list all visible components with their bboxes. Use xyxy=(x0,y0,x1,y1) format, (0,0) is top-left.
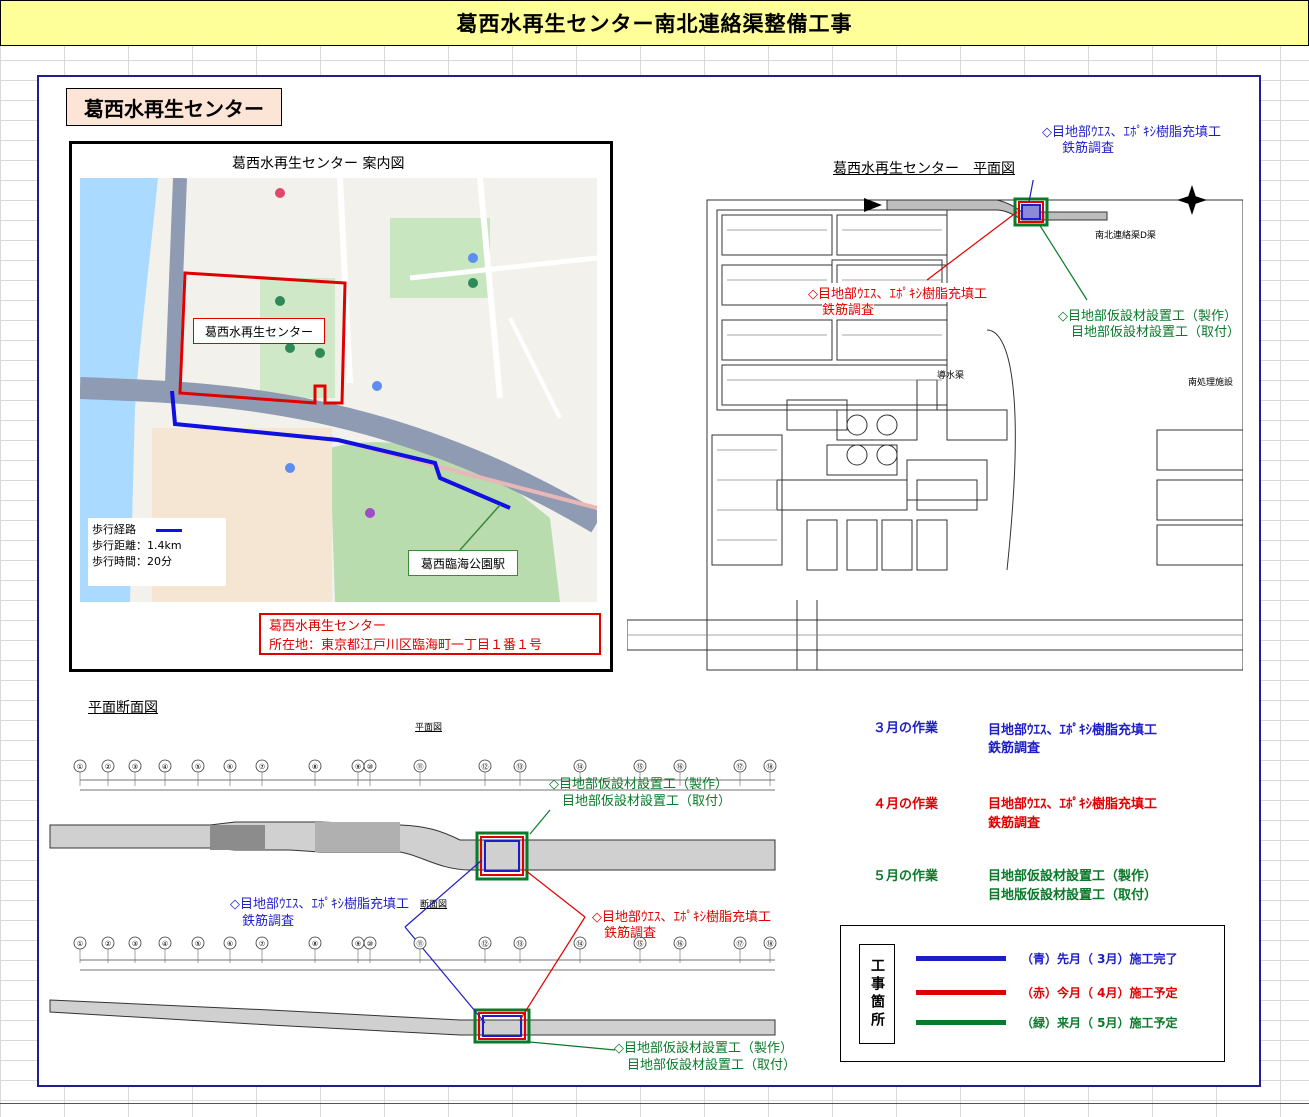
column-number: ⑧ xyxy=(312,940,318,948)
map-station-label: 葛西臨海公園駅 xyxy=(408,550,518,576)
schedule-month-april: ４月の作業 xyxy=(873,797,939,812)
column-number: ⑭ xyxy=(577,940,584,948)
column-number: ⑫ xyxy=(482,763,489,771)
legend-swatch-green xyxy=(916,1020,1006,1025)
page-title: 葛西水再生センター南北連絡渠整備工事 xyxy=(0,0,1309,46)
legend-label-red: （赤）今月（ 4月）施工予定 xyxy=(1021,986,1178,1000)
column-number: ⑰ xyxy=(737,763,744,771)
column-number: ⑥ xyxy=(227,940,233,948)
column-number: ⑩ xyxy=(367,763,373,771)
schedule-march-line1: 目地部ｳｴｽ、ｴﾎﾟｷｼ樹脂充填工 xyxy=(988,723,1158,738)
column-number: ⑩ xyxy=(367,940,373,948)
column-number: ② xyxy=(105,940,111,948)
column-number: ⑧ xyxy=(312,763,318,771)
plan-channel xyxy=(49,821,776,871)
plan-view-drawing xyxy=(627,180,1243,671)
guide-map-title: 葛西水再生センター 案内図 xyxy=(232,156,405,172)
column-number: ⑪ xyxy=(417,940,424,948)
legend-swatch-red xyxy=(916,990,1006,995)
column-number: ⑱ xyxy=(767,763,774,771)
column-number: ⑮ xyxy=(637,940,644,948)
column-number: ⑭ xyxy=(577,763,584,771)
column-number: ⑯ xyxy=(677,940,684,948)
walk-distance: 歩行距離：1.4km xyxy=(92,539,182,552)
column-number: ⑱ xyxy=(767,940,774,948)
address-name: 葛西水再生センター xyxy=(269,619,387,634)
column-number: ⑰ xyxy=(737,940,744,948)
plan-callout-green-line2: 目地部仮設材設置工（取付） xyxy=(1071,325,1241,340)
column-number: ⑨ xyxy=(355,940,361,948)
column-number: ① xyxy=(77,763,83,771)
compass-icon xyxy=(1177,185,1207,215)
map-facility-label: 葛西水再生センター xyxy=(193,318,325,344)
column-number: ④ xyxy=(162,763,168,771)
plan-work-spot-blue xyxy=(1021,204,1041,220)
section-callout-green-bottom-line2: 目地部仮設材設置工（取付） xyxy=(627,1058,797,1073)
section-callout-green-top-line2: 目地部仮設材設置工（取付） xyxy=(562,794,732,809)
walk-time: 歩行時間：20分 xyxy=(92,555,172,568)
facility-tag: 葛西水再生センター xyxy=(66,88,282,126)
column-number: ⑤ xyxy=(195,940,201,948)
legend-label-blue: （青）先月（ 3月）施工完了 xyxy=(1021,952,1178,966)
section-view-title: 平面断面図 xyxy=(88,700,158,716)
legend-box: 工事箇所 （青）先月（ 3月）施工完了 （赤）今月（ 4月）施工予定 （緑）来月… xyxy=(840,925,1225,1062)
plan-conduit-label: 導水渠 xyxy=(937,371,965,381)
column-number: ⑮ xyxy=(637,763,644,771)
bottom-rule xyxy=(0,1103,1309,1104)
column-number: ⑫ xyxy=(482,940,489,948)
schedule-april-line1: 目地部ｳｴｽ、ｴﾎﾟｷｼ樹脂充填工 xyxy=(988,797,1158,812)
column-number: ⑨ xyxy=(355,763,361,771)
walk-route-label: 歩行経路 xyxy=(92,523,136,536)
schedule-month-march: ３月の作業 xyxy=(873,721,939,736)
column-number: ③ xyxy=(132,940,138,948)
plan-callout-blue-line2: 鉄筋調査 xyxy=(1062,141,1115,156)
column-markers-bottom: ① ② ③ ④ ⑤ ⑥ ⑦ ⑧ ⑨⑩ ⑪ ⑫ ⑬ ⑭ ⑮ ⑯ ⑰ ⑱ xyxy=(73,936,777,963)
column-number: ⑤ xyxy=(195,763,201,771)
legend-swatch-blue xyxy=(916,956,1006,961)
address-box: 葛西水再生センター 所在地：東京都江戸川区臨海町一丁目１番１号 xyxy=(259,613,601,655)
section-callout-red-line2: 鉄筋調査 xyxy=(604,926,657,941)
walk-info-box: 歩行経路 歩行距離：1.4km 歩行時間：20分 xyxy=(88,518,226,586)
column-number: ⑦ xyxy=(259,940,265,948)
schedule-may-line2: 目地版仮設材設置工（取付） xyxy=(988,888,1158,903)
walk-route-swatch xyxy=(156,528,182,532)
column-number: ② xyxy=(105,763,111,771)
column-number: ⑯ xyxy=(677,763,684,771)
schedule-month-may: ５月の作業 xyxy=(873,869,939,884)
column-number: ① xyxy=(77,940,83,948)
legend-heading: 工事箇所 xyxy=(859,944,895,1044)
plan-channel-label: 南北連絡渠D渠 xyxy=(1095,231,1156,241)
section-channel xyxy=(49,999,776,1036)
plan-view-title: 葛西水再生センター 平面図 xyxy=(833,161,1015,177)
address-text: 所在地：東京都江戸川区臨海町一丁目１番１号 xyxy=(269,638,543,653)
legend-label-green: （緑）来月（ 5月）施工予定 xyxy=(1021,1016,1178,1030)
column-number: ⑥ xyxy=(227,763,233,771)
north-south-channel xyxy=(886,199,1108,221)
plan-south-label: 南処理施設 xyxy=(1188,378,1234,388)
station-pointer xyxy=(459,504,501,551)
schedule-april-line2: 鉄筋調査 xyxy=(988,816,1041,831)
column-number: ⑬ xyxy=(517,763,524,771)
schedule-may-line1: 目地部仮設材設置工（製作） xyxy=(988,869,1158,884)
section-callout-blue-line2: 鉄筋調査 xyxy=(242,914,295,929)
column-number: ④ xyxy=(162,940,168,948)
column-number: ③ xyxy=(132,763,138,771)
column-number: ⑪ xyxy=(417,763,424,771)
column-number: ⑦ xyxy=(259,763,265,771)
schedule-march-line2: 鉄筋調査 xyxy=(988,741,1041,756)
column-number: ⑬ xyxy=(517,940,524,948)
plan-callout-red-line2: 鉄筋調査 xyxy=(822,299,875,318)
